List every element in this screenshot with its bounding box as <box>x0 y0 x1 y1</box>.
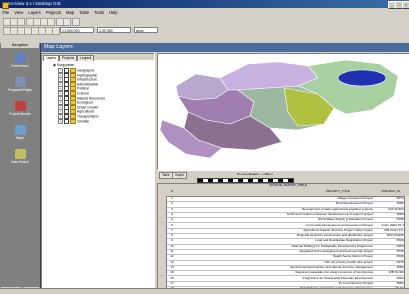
tab-table[interactable]: Table <box>159 172 173 179</box>
standard-toolbar <box>0 17 409 26</box>
maps-icon <box>14 125 26 135</box>
table-scrollbar[interactable] <box>404 196 409 289</box>
column-header[interactable]: # <box>167 189 177 193</box>
tab-projects[interactable]: Projects <box>59 54 78 61</box>
map-canvas[interactable] <box>158 54 409 170</box>
search-icon <box>14 149 26 159</box>
nav-item-label: Data Search <box>11 160 29 164</box>
layer-label: Climatic <box>77 118 90 123</box>
table-toolbar: Table Graph Km Coordinates — 1000 m <box>157 170 409 183</box>
close-button[interactable]: × <box>402 1 409 9</box>
preferences-icon <box>14 53 26 63</box>
navigation-panel: Navigation Preferences Programs/Pages Pr… <box>0 43 41 293</box>
zoom-select[interactable]: Area <box>134 27 158 33</box>
nav-item-label: Programs/Pages <box>8 88 32 92</box>
menu-file[interactable]: File <box>0 9 12 16</box>
map-toolbar: 1:1000 000 1:30 000 Area <box>0 26 409 35</box>
column-header[interactable]: PROJECT_TITLE <box>308 189 368 193</box>
results-icon <box>14 101 26 111</box>
map-view[interactable] <box>157 53 409 171</box>
layers-panel: Layers Projects Legend ◉ Kyrgyzstan + Geo… <box>41 53 156 290</box>
status-bar <box>0 288 409 294</box>
tab-layers[interactable]: Layers <box>43 54 60 61</box>
column-header[interactable]: PROJECT_ID <box>376 189 406 193</box>
nav-item-preferences[interactable]: Preferences <box>4 53 36 68</box>
navigation-header: Navigation <box>1 43 39 48</box>
title-bar: ArcView 3.x / Desktop GIS _ □ × <box>0 0 409 9</box>
window-title: ArcView 3.x / Desktop GIS <box>8 1 61 6</box>
scale-label: Km Coordinates — 1000 m <box>237 172 274 176</box>
nav-item-data-search[interactable]: Data Search <box>4 149 36 164</box>
menu-view[interactable]: View <box>12 9 26 16</box>
menu-tools[interactable]: Tools <box>92 9 107 16</box>
nav-item-maps[interactable]: Maps <box>4 125 36 140</box>
nav-item-label: Project Results <box>9 112 31 116</box>
paste-icon[interactable] <box>47 18 55 26</box>
menu-map[interactable]: Map <box>63 9 76 16</box>
programs-icon <box>14 77 26 87</box>
layer-checkbox[interactable] <box>64 118 69 124</box>
tab-graph[interactable]: Graph <box>172 172 187 179</box>
nav-item-project-results[interactable]: Project Results <box>4 101 36 116</box>
application-window: ArcView 3.x / Desktop GIS _ □ × File View… <box>0 0 409 294</box>
menu-layers[interactable]: Layers <box>26 9 44 16</box>
folder-icon <box>70 118 76 124</box>
tree-root[interactable]: ◉ Kyrgyzstan <box>53 63 74 67</box>
menu-projects[interactable]: Projects <box>43 9 63 16</box>
layer-item[interactable]: + Climatic <box>58 118 90 124</box>
nav-item-label: Preferences <box>11 64 29 68</box>
lake-issyk-kul <box>337 69 387 87</box>
save-icon[interactable] <box>17 18 25 26</box>
table-title: SOURCE_REPORT_TABLE <box>269 183 307 187</box>
nav-item-label: Maps <box>16 136 24 140</box>
layers-tabs: Layers Projects Legend <box>42 54 155 61</box>
tree-root-label: Kyrgyzstan <box>57 63 75 67</box>
full-extent-icon[interactable] <box>52 27 60 35</box>
redo-icon[interactable] <box>63 18 71 26</box>
coordinate-field[interactable]: 1:30 000 <box>97 27 131 33</box>
menu-bar: File View Layers Projects Map Table Tools Help <box>0 9 409 16</box>
menu-help[interactable]: Help <box>106 9 120 16</box>
tab-legend[interactable]: Legend <box>77 54 95 61</box>
attribute-table: SOURCE_REPORT_TABLE # PROJECT_TITLE PROJ… <box>157 183 409 290</box>
scale-field[interactable]: 1:1000 000 <box>60 27 94 33</box>
page-title: Map Layers <box>41 43 409 52</box>
menu-table[interactable]: Table <box>77 9 92 16</box>
help-icon[interactable] <box>72 18 80 26</box>
expand-icon[interactable]: + <box>58 118 63 124</box>
nav-item-programs[interactable]: Programs/Pages <box>4 77 36 92</box>
